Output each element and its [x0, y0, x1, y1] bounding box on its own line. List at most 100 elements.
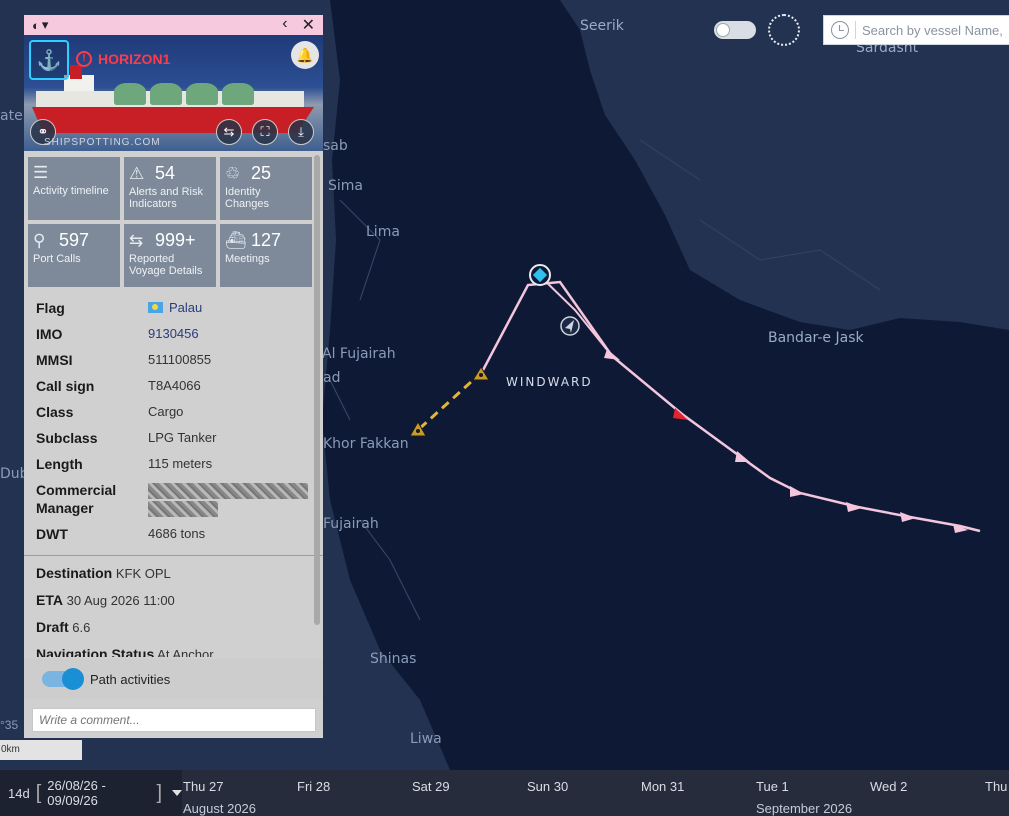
voyage-value: At Anchor [157, 647, 214, 657]
timeline-day[interactable]: Wed 2 [870, 779, 907, 794]
detail-key: IMO [36, 326, 63, 342]
detail-row: IMO 9130456 [36, 321, 311, 347]
redacted-value [148, 481, 308, 517]
timeline-day[interactable]: Sun 30 [527, 779, 568, 794]
tile-alerts[interactable]: ⚠ 54 Alerts and Risk Indicators [124, 157, 216, 220]
map-label: Sima [328, 178, 363, 194]
tile-label: Identity Changes [225, 186, 270, 210]
vessel-panel: ◐ ▾ ‹ ✕ ⚓ ! HORIZON1 🔔 ⚭ ⇆ ⛶ ⤓ SHIPSPOTT… [24, 15, 323, 738]
vessel-search[interactable] [823, 15, 1009, 45]
vessel-type-icon: ⚓ [29, 40, 69, 80]
voyage-value: 6.6 [72, 620, 91, 635]
timeline-day[interactable]: Tue 1 [756, 779, 789, 794]
theme-menu[interactable]: ◐ ▾ [32, 17, 48, 33]
timeline-day[interactable]: Sat 29 [412, 779, 450, 794]
tile-label: Activity timeline [33, 185, 109, 197]
pin-icon: ⚲ [33, 230, 46, 250]
tile-meetings[interactable]: ⛴ 127 Meetings [220, 224, 312, 287]
timeline-month: September 2026 [756, 801, 853, 816]
timeline-day[interactable]: Thu [985, 779, 1007, 794]
panel-topbar: ◐ ▾ ‹ ✕ [24, 15, 323, 35]
toggle-knob [62, 668, 84, 690]
tile-count: 54 [155, 163, 176, 183]
scale-label: 0km [1, 744, 20, 755]
voyage-key: Draft [36, 619, 69, 635]
coordinate-readout: °35 [0, 718, 19, 732]
ship-tank [222, 83, 254, 105]
detail-key: Subclass [36, 430, 98, 446]
map-layer-toggle[interactable] [714, 21, 756, 39]
voyage-row: Draft 6.6 [24, 614, 323, 641]
timeline-bar[interactable]: 14d [ 26/08/26 - 09/09/26 ] Thu 27 Fri 2… [0, 770, 1009, 816]
search-divider [855, 21, 856, 39]
detail-value: Cargo [148, 404, 184, 419]
fullscreen-icon[interactable]: ⛶ [252, 119, 278, 145]
panel-scroll-area[interactable]: ☰ Activity timeline ⚠ 54 Alerts and Risk … [24, 151, 323, 657]
panel-scrollbar[interactable] [314, 155, 320, 625]
detail-key: Commercial Manager [36, 482, 117, 516]
timeline-day[interactable]: Mon 31 [641, 779, 684, 794]
path-activities-label: Path activities [90, 671, 171, 687]
timeline-day[interactable]: Fri 28 [297, 779, 330, 794]
warning-icon: ⚠ [129, 163, 145, 183]
close-icon[interactable]: ✕ [302, 15, 315, 35]
ship-tank [114, 83, 146, 105]
comment-input[interactable] [33, 709, 315, 731]
voyage-icon: ⇆ [129, 230, 144, 250]
search-input[interactable] [862, 22, 1002, 38]
clock-icon[interactable] [831, 21, 849, 39]
detail-key: Length [36, 456, 83, 472]
route-icon[interactable]: ⇆ [216, 119, 242, 145]
vessel-details: Flag Palau IMO 9130456 MMSI 511100855 Ca… [24, 291, 323, 547]
voyage-row: Navigation Status At Anchor [24, 641, 323, 657]
ship-tank [186, 83, 218, 105]
flag-name: Palau [169, 300, 203, 315]
detail-row: Length 115 meters [36, 451, 311, 477]
summary-tiles: ☰ Activity timeline ⚠ 54 Alerts and Risk … [24, 151, 323, 291]
tile-port-calls[interactable]: ⚲ 597 Port Calls [28, 224, 120, 287]
map-label: Seerik [580, 18, 624, 34]
voyage-key: Navigation Status [36, 646, 155, 657]
map-scale-bar: 0km [0, 740, 82, 760]
tile-label: Meetings [225, 253, 270, 265]
chevron-down-icon[interactable] [172, 790, 182, 796]
detail-row: Call sign T8A4066 [36, 373, 311, 399]
range-dates: 26/08/26 - 09/09/26 [47, 778, 106, 808]
download-icon[interactable]: ⤓ [288, 119, 314, 145]
back-icon[interactable]: ‹ [282, 15, 287, 35]
vessel-position-marker[interactable] [529, 264, 551, 286]
date-range-selector[interactable]: 14d [ 26/08/26 - 09/09/26 ] [0, 770, 182, 816]
redaction-block [148, 483, 308, 499]
detail-key: DWT [36, 526, 68, 542]
tile-activity-timeline[interactable]: ☰ Activity timeline [28, 157, 120, 220]
identity-icon: ♲ [225, 163, 241, 183]
timeline-month: August 2026 [183, 801, 257, 816]
detail-row: MMSI 511100855 [36, 347, 311, 373]
voyage-value: KFK OPL [115, 566, 171, 581]
loading-spinner-icon [768, 14, 800, 46]
detail-value-flag[interactable]: Palau [148, 299, 202, 317]
voyage-value: 30 Aug 2026 11:00 [66, 593, 175, 608]
detail-value: 511100855 [148, 352, 212, 367]
timeline-day[interactable]: Thu 27 [183, 779, 223, 794]
bell-icon[interactable]: 🔔 [291, 41, 319, 69]
tile-voyage-details[interactable]: ⇆ 999+ Reported Voyage Details [124, 224, 216, 287]
navigation-arrow-marker[interactable] [560, 316, 580, 336]
detail-row: Flag Palau [36, 295, 311, 321]
redaction-block [148, 501, 218, 517]
comment-box [32, 708, 316, 732]
detail-key: Call sign [36, 378, 95, 394]
tile-label: Alerts and Risk Indicators [129, 186, 203, 210]
voyage-key: ETA [36, 592, 63, 608]
bracket-left: [ [35, 781, 42, 804]
map-label: ad [323, 370, 341, 386]
detail-value[interactable]: 9130456 [148, 325, 199, 343]
alert-icon: ! [76, 51, 92, 67]
path-activities-toggle[interactable] [42, 668, 84, 690]
section-divider [24, 555, 323, 556]
tile-label: Reported Voyage Details [129, 253, 203, 277]
detail-value: T8A4066 [148, 378, 201, 393]
map-label: Khor Fakkan [323, 436, 409, 452]
tile-identity-changes[interactable]: ♲ 25 Identity Changes [220, 157, 312, 220]
detail-row: Subclass LPG Tanker [36, 425, 311, 451]
